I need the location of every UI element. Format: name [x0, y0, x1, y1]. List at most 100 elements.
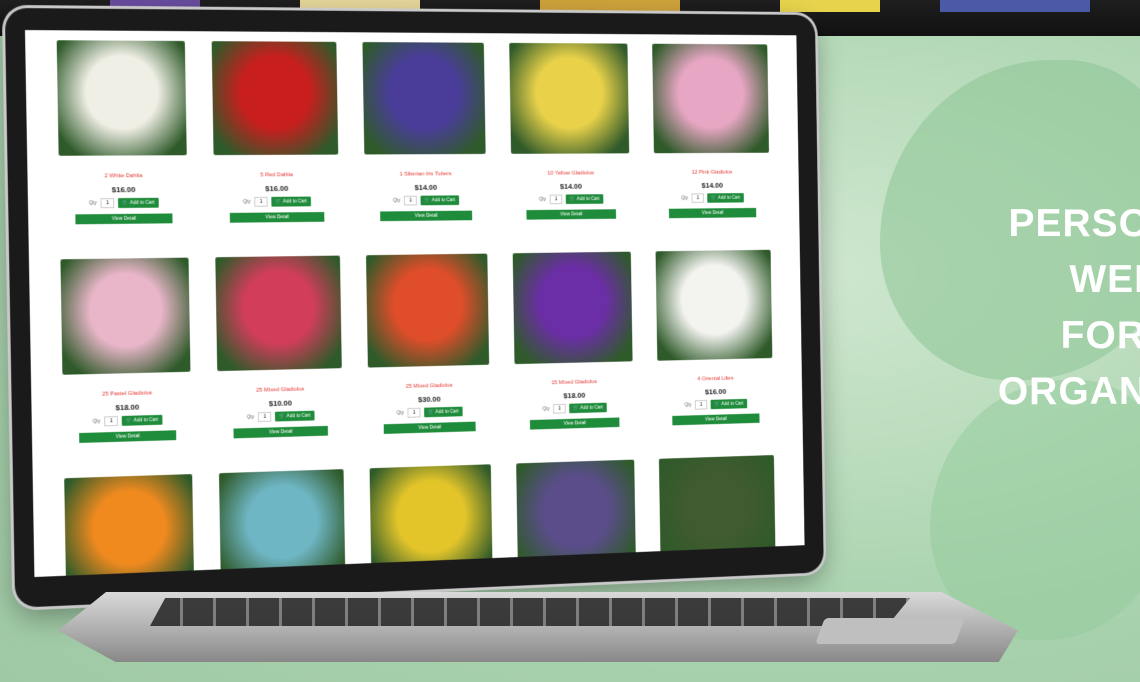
add-to-cart-button[interactable]: 🛒 Add to Cart: [271, 196, 311, 207]
add-to-cart-row: Qty 1 🛒 Add to Cart: [651, 193, 773, 203]
add-to-cart-button[interactable]: 🛒 Add to Cart: [118, 197, 159, 209]
add-to-cart-label: Add to Cart: [721, 400, 744, 408]
headline-line: WEI: [1069, 258, 1140, 301]
add-to-cart-button[interactable]: 🛒 Add to Cart: [424, 406, 463, 418]
product-name-link[interactable]: 15 Mixed Gladiolus: [511, 378, 636, 389]
add-to-cart-row: Qty 1 🛒 Add to Cart: [59, 414, 195, 428]
product-photo[interactable]: [652, 43, 770, 154]
add-to-cart-button[interactable]: 🛒 Add to Cart: [710, 398, 747, 410]
qty-input[interactable]: 1: [254, 196, 268, 207]
add-to-cart-button[interactable]: 🛒 Add to Cart: [569, 402, 607, 414]
add-to-cart-button[interactable]: 🛒 Add to Cart: [121, 414, 163, 426]
view-detail-button[interactable]: View Detail: [383, 421, 476, 434]
view-detail-button[interactable]: View Detail: [526, 209, 617, 220]
product-photo[interactable]: [369, 464, 493, 578]
product-card: 12 Pink Gladiolus $14.00 Qty 1 🛒 Add to Cart V…: [649, 43, 774, 219]
laptop-lid: 2 White Dahlia $16.00 Qty 1 🛒 Add to Cart View…: [4, 7, 824, 608]
cart-icon: 🛒: [710, 195, 717, 201]
qty-label: Qty: [89, 200, 97, 207]
add-to-cart-button[interactable]: 🛒 Add to Cart: [707, 193, 744, 203]
strip-photo: [780, 0, 880, 12]
product-card: 4 Oriental Lilies $16.00 Qty 1 🛒 Add to Cart V…: [652, 249, 777, 426]
product-photo[interactable]: [211, 41, 339, 156]
product-name-link[interactable]: 2 White Dahlia: [55, 173, 191, 182]
product-photo[interactable]: [215, 255, 342, 372]
product-price: $18.00: [115, 402, 140, 413]
add-to-cart-button[interactable]: 🛒 Add to Cart: [565, 194, 604, 205]
view-detail-button[interactable]: View Detail: [672, 413, 760, 426]
qty-input[interactable]: 1: [404, 195, 418, 206]
qty-input[interactable]: 1: [407, 407, 421, 418]
product-photo[interactable]: [655, 249, 773, 361]
product-photo[interactable]: [362, 42, 486, 155]
product-name-link[interactable]: 12 Pink Gladiolus: [651, 170, 773, 178]
qty-input[interactable]: 1: [553, 403, 566, 414]
add-to-cart-button[interactable]: 🛒 Add to Cart: [275, 410, 315, 422]
qty-input[interactable]: 1: [100, 198, 115, 209]
qty-label: Qty: [243, 199, 251, 205]
product-price: $14.00: [701, 181, 724, 190]
qty-label: Qty: [92, 418, 101, 425]
cart-icon: 🛒: [427, 409, 434, 416]
add-to-cart-label: Add to Cart: [580, 404, 603, 412]
add-to-cart-label: Add to Cart: [133, 416, 159, 424]
cart-icon: 🛒: [278, 413, 285, 420]
cart-icon: 🛒: [714, 401, 720, 408]
product-name-link[interactable]: 25 Mixed Gladiolus: [214, 386, 346, 397]
product-name-link[interactable]: 5 Red Dahlia: [210, 172, 342, 181]
cart-icon: 🛒: [572, 405, 579, 412]
product-card: [513, 459, 640, 575]
laptop-keyboard: [150, 598, 910, 626]
product-photo[interactable]: [512, 251, 633, 365]
product-card: 1 Siberian Iris Tubers $14.00 Qty 1 🛒 Add to …: [359, 42, 491, 222]
product-card: 25 Mixed Gladiolus $30.00 Qty 1 🛒 Add to Cart…: [362, 253, 494, 435]
qty-label: Qty: [681, 195, 689, 202]
product-name-link[interactable]: 25 Mixed Gladiolus: [364, 382, 493, 393]
product-photo[interactable]: [60, 257, 191, 375]
qty-input[interactable]: 1: [104, 416, 119, 427]
product-name-link[interactable]: 10 Yellow Gladiolus: [508, 170, 633, 178]
view-detail-button[interactable]: View Detail: [79, 430, 177, 443]
product-card: 25 Mixed Gladiolus $10.00 Qty 1 🛒 Add to Cart…: [211, 255, 346, 439]
add-to-cart-row: Qty 1 🛒 Add to Cart: [654, 398, 776, 411]
product-photo[interactable]: [509, 42, 630, 154]
add-to-cart-button[interactable]: 🛒 Add to Cart: [420, 195, 459, 206]
add-to-cart-label: Add to Cart: [282, 198, 307, 205]
add-to-cart-label: Add to Cart: [431, 197, 456, 204]
view-detail-button[interactable]: View Detail: [229, 212, 325, 223]
qty-input[interactable]: 1: [258, 411, 272, 423]
view-detail-button[interactable]: View Detail: [75, 213, 173, 225]
product-photo[interactable]: [218, 469, 346, 578]
product-card: [60, 474, 198, 578]
strip-photo: [940, 0, 1090, 12]
qty-label: Qty: [396, 410, 405, 417]
product-name-link[interactable]: 4 Oriental Lilies: [654, 375, 776, 386]
product-card: 2 White Dahlia $16.00 Qty 1 🛒 Add to Cart View…: [53, 40, 192, 225]
view-detail-button[interactable]: View Detail: [529, 417, 620, 430]
qty-input[interactable]: 1: [691, 193, 704, 203]
laptop-trackpad: [815, 618, 965, 644]
qty-input[interactable]: 1: [694, 399, 708, 410]
view-detail-button[interactable]: View Detail: [233, 425, 328, 439]
view-detail-button[interactable]: View Detail: [380, 210, 473, 222]
product-price: $18.00: [563, 390, 586, 401]
headline-line: PERSO: [1008, 202, 1140, 245]
product-name-link[interactable]: 25 Pastel Gladiolus: [59, 389, 195, 400]
product-photo[interactable]: [516, 459, 636, 575]
product-name-link[interactable]: 1 Siberian Iris Tubers: [361, 171, 490, 180]
product-price: $16.00: [265, 184, 289, 194]
product-photo[interactable]: [56, 40, 187, 156]
product-photo[interactable]: [366, 253, 490, 368]
qty-input[interactable]: 1: [549, 194, 563, 205]
product-card: [215, 469, 349, 578]
product-photo[interactable]: [658, 455, 776, 569]
add-to-cart-label: Add to Cart: [130, 199, 155, 206]
product-card: [366, 464, 496, 578]
qty-label: Qty: [542, 406, 550, 413]
view-detail-button[interactable]: View Detail: [668, 207, 757, 219]
qty-label: Qty: [539, 196, 547, 203]
product-card: [655, 455, 779, 569]
product-photo[interactable]: [64, 474, 195, 578]
product-card: 10 Yellow Gladiolus $14.00 Qty 1 🛒 Add to Car…: [506, 42, 634, 220]
cart-icon: 🛒: [125, 417, 132, 424]
